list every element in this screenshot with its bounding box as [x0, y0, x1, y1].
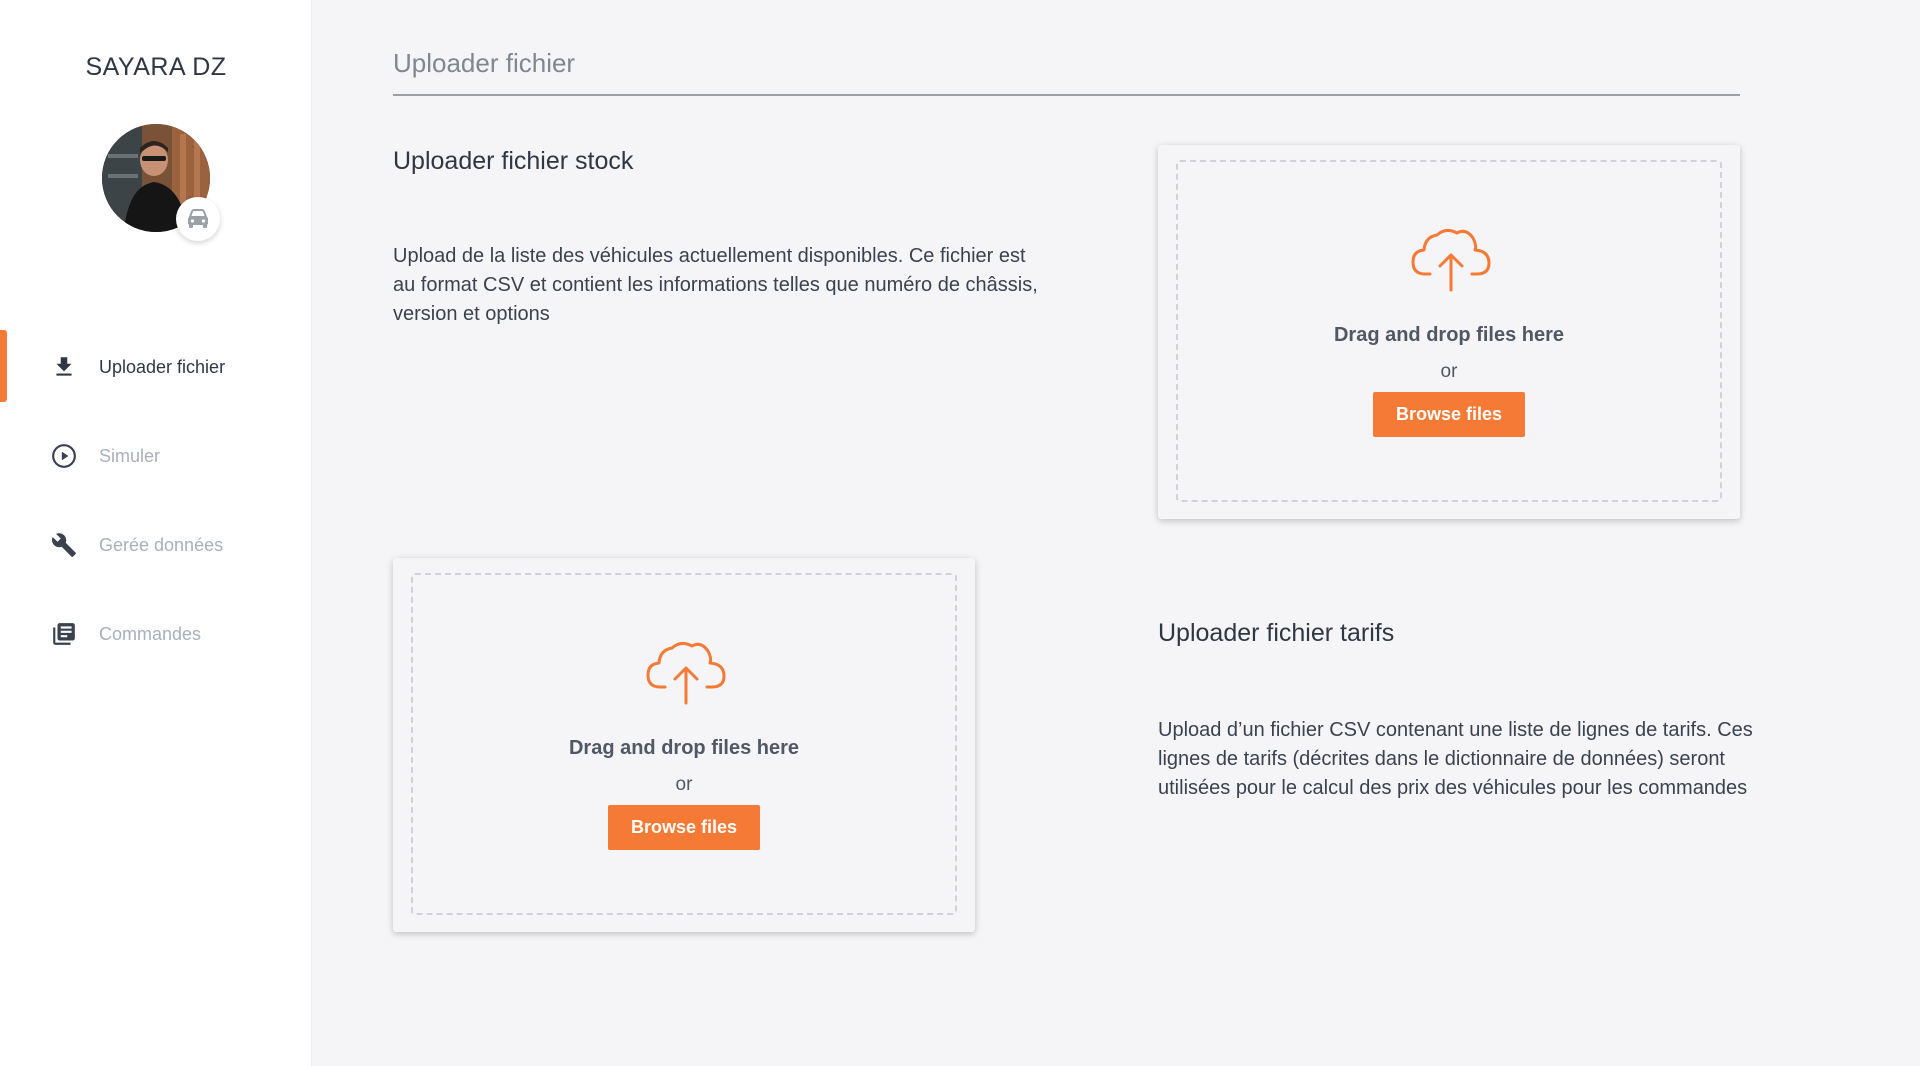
page-title: Uploader fichier [393, 48, 576, 78]
drag-drop-text: Drag and drop files here [1333, 324, 1565, 346]
sidebar-item-simuler[interactable]: Simuler [0, 421, 312, 491]
brand-title: SAYARA DZ [85, 53, 227, 81]
cloud-upload-icon [646, 641, 726, 705]
sidebar-item-label: Gerée données [99, 534, 224, 555]
title-divider [393, 94, 1740, 96]
tarifs-section-description: Upload d’un fichier CSV contenant une li… [1158, 719, 1753, 799]
tarifs-upload-card: Drag and drop files here or Browse files [393, 558, 975, 932]
stock-upload-card: Drag and drop files here or Browse files [1158, 145, 1740, 519]
tarifs-dropzone[interactable]: Drag and drop files here or Browse files [411, 573, 957, 915]
sidebar-item-uploader-fichier[interactable]: Uploader fichier [0, 332, 312, 402]
cloud-upload-icon [1411, 228, 1491, 292]
browse-files-button[interactable]: Browse files [1373, 392, 1525, 437]
or-text: or [1440, 361, 1458, 382]
tarifs-section-title: Uploader fichier tarifs [1158, 619, 1395, 647]
browse-files-button[interactable]: Browse files [608, 805, 760, 850]
sidebar-item-label: Simuler [99, 445, 161, 466]
or-text: or [675, 774, 693, 795]
car-icon[interactable] [176, 197, 220, 241]
stock-section-description: Upload de la liste des véhicules actuell… [393, 245, 1038, 325]
stock-section-title: Uploader fichier stock [393, 147, 634, 175]
sidebar-item-geree-donnees[interactable]: Gerée données [0, 510, 312, 580]
download-icon [50, 353, 78, 381]
sidebar-item-label: Uploader fichier [99, 356, 226, 377]
sidebar-item-label: Commandes [99, 623, 202, 644]
play-circle-icon [50, 442, 78, 470]
sidebar: SAYARA DZ Uploader fichier Simuler Gerée… [0, 0, 312, 1066]
user-avatar[interactable] [102, 124, 220, 241]
main-content: Uploader fichier Uploader fichier stock … [313, 0, 1920, 1066]
stock-dropzone[interactable]: Drag and drop files here or Browse files [1176, 160, 1722, 502]
wrench-icon [50, 531, 78, 559]
library-books-icon [50, 620, 78, 648]
drag-drop-text: Drag and drop files here [568, 737, 800, 759]
sidebar-item-commandes[interactable]: Commandes [0, 599, 312, 669]
